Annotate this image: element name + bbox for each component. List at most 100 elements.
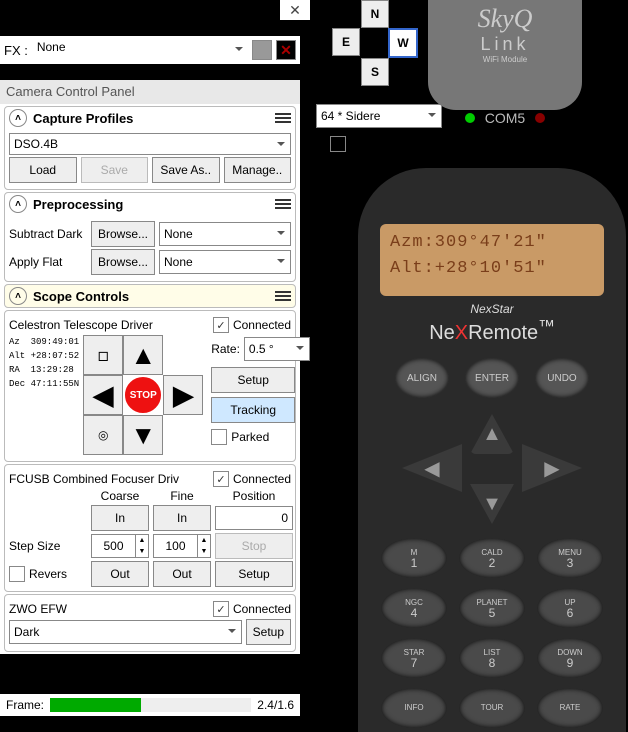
north-button[interactable]: N	[361, 0, 389, 28]
fine-out-button[interactable]: Out	[153, 561, 211, 587]
keypad-rate-button[interactable]: RATE	[537, 688, 603, 728]
spiral-icon: ◻	[98, 345, 109, 366]
window-close-button[interactable]: ✕	[280, 0, 310, 20]
keypad-tour-button[interactable]: TOUR	[459, 688, 525, 728]
keypad-list-button[interactable]: LIST8	[459, 638, 525, 678]
stop-button[interactable]: STOP	[123, 375, 163, 415]
reverse-checkbox[interactable]	[9, 566, 25, 582]
slew-right-button[interactable]: ▶	[163, 375, 203, 415]
fx-swatch-b[interactable]: ✕	[276, 40, 296, 60]
lcd-line1: Azm:309°47'21"	[390, 230, 594, 256]
rate-select[interactable]: 0.5 °	[244, 337, 310, 361]
manage-button[interactable]: Manage..	[224, 157, 292, 183]
preprocessing-header[interactable]: ˄ Preprocessing	[5, 193, 295, 215]
scope-connected-checkbox[interactable]: ✓	[213, 317, 229, 333]
spin-up-icon[interactable]: ▲	[135, 535, 148, 546]
rate-label: Rate:	[211, 342, 240, 356]
status-led-green-icon	[465, 113, 475, 123]
key-num-label: 4	[411, 608, 418, 618]
focuser-setup-button[interactable]: Setup	[215, 561, 293, 587]
keypad-down-button[interactable]: DOWN9	[537, 638, 603, 678]
preprocessing-section: ˄ Preprocessing Subtract Dark Browse... …	[4, 192, 296, 282]
scope-setup-button[interactable]: Setup	[211, 367, 295, 393]
capture-section: ˄ Capture Profiles DSO.4B Load Save Save…	[4, 106, 296, 190]
flat-value: None	[164, 255, 193, 269]
keypad-ngc-button[interactable]: NGC4	[381, 588, 447, 628]
keypad-m-button[interactable]: M1	[381, 538, 447, 578]
preprocessing-title: Preprocessing	[33, 197, 123, 212]
slew-up-button[interactable]: ▲	[123, 335, 163, 375]
hamburger-icon[interactable]	[275, 113, 291, 123]
efw-connected-checkbox[interactable]: ✓	[213, 601, 229, 617]
keypad-info-button[interactable]: INFO	[381, 688, 447, 728]
keypad-planet-button[interactable]: PLANET5	[459, 588, 525, 628]
efw-setup-button[interactable]: Setup	[246, 619, 291, 645]
parked-checkbox[interactable]	[211, 429, 227, 445]
focuser-connected-checkbox[interactable]: ✓	[213, 471, 229, 487]
browse-flat-button[interactable]: Browse...	[91, 249, 155, 275]
scope-header[interactable]: ˄ Scope Controls	[5, 285, 295, 307]
browse-dark-button[interactable]: Browse...	[91, 221, 155, 247]
key-top-label: TOUR	[481, 703, 504, 713]
scope-section: ˄ Scope Controls	[4, 284, 296, 308]
fine-in-button[interactable]: In	[153, 505, 211, 531]
scope-dpad: ◻ ▲ ◀ STOP ▶ ◎ ▼	[83, 335, 203, 455]
flat-select[interactable]: None	[159, 250, 291, 274]
west-button[interactable]: W	[388, 28, 418, 58]
chevron-up-icon: ˄	[9, 109, 27, 127]
spin-down-icon[interactable]: ▼	[197, 546, 210, 557]
align-button[interactable]: ALIGN	[395, 358, 449, 398]
apply-flat-label: Apply Flat	[9, 255, 87, 269]
keypad-up-button[interactable]: UP6	[537, 588, 603, 628]
undo-button[interactable]: UNDO	[535, 358, 589, 398]
capture-header[interactable]: ˄ Capture Profiles	[5, 107, 295, 129]
spin-up-icon[interactable]: ▲	[197, 535, 210, 546]
on-top-label: On Top	[352, 137, 394, 152]
south-button[interactable]: S	[361, 58, 389, 86]
dark-select[interactable]: None	[159, 222, 291, 246]
reverse-label: Revers	[29, 567, 67, 581]
frame-progress	[50, 698, 251, 712]
keypad-star-button[interactable]: STAR7	[381, 638, 447, 678]
keypad-menu-button[interactable]: MENU3	[537, 538, 603, 578]
slew-down-button[interactable]: ▼	[123, 415, 163, 455]
filter-select[interactable]: Dark	[9, 620, 242, 644]
dpad-up-button[interactable]: ▲	[470, 414, 514, 454]
panel-title: Camera Control Panel	[0, 80, 300, 104]
position-label: Position	[215, 489, 293, 503]
spiral-button[interactable]: ◻	[83, 335, 123, 375]
step-coarse-spinner[interactable]: 500▲▼	[91, 534, 149, 558]
hamburger-icon[interactable]	[275, 291, 291, 301]
keypad-cald-button[interactable]: CALD2	[459, 538, 525, 578]
arrow-down-icon: ▼	[130, 420, 156, 451]
dpad-left-button[interactable]: ◀	[402, 444, 462, 492]
on-top-checkbox[interactable]	[330, 136, 346, 152]
scope-body: Celestron Telescope Driver ✓ Connected A…	[4, 310, 296, 462]
slew-left-button[interactable]: ◀	[83, 375, 123, 415]
coarse-out-button[interactable]: Out	[91, 561, 149, 587]
target-button[interactable]: ◎	[83, 415, 123, 455]
spin-down-icon[interactable]: ▼	[135, 546, 148, 557]
dpad-right-button[interactable]: ▶	[522, 444, 582, 492]
coarse-in-button[interactable]: In	[91, 505, 149, 531]
dpad-down-button[interactable]: ▼	[470, 484, 514, 524]
fx-select[interactable]: None	[32, 39, 248, 61]
status-led-red-icon	[535, 113, 545, 123]
tracking-button[interactable]: Tracking	[211, 397, 295, 423]
enter-button[interactable]: ENTER	[465, 358, 519, 398]
key-num-label: 9	[567, 658, 574, 668]
east-button[interactable]: E	[332, 28, 360, 56]
coarse-label: Coarse	[91, 489, 149, 503]
parked-label: Parked	[231, 430, 269, 444]
load-button[interactable]: Load	[9, 157, 77, 183]
profile-select[interactable]: DSO.4B	[9, 133, 291, 155]
arrow-up-icon: ▲	[130, 340, 156, 371]
key-top-label: INFO	[404, 703, 423, 713]
step-fine-spinner[interactable]: 100▲▼	[153, 534, 211, 558]
hamburger-icon[interactable]	[275, 199, 291, 209]
position-field[interactable]: 0	[215, 506, 293, 530]
remote-keypad: M1 CALD2 MENU3 NGC4 PLANET5 UP6 STAR7 LIST8 DOWN…	[358, 538, 626, 728]
sidereal-select[interactable]: 64 * Sidere	[316, 104, 442, 128]
fx-swatch-a[interactable]	[252, 40, 272, 60]
save-as-button[interactable]: Save As..	[152, 157, 220, 183]
